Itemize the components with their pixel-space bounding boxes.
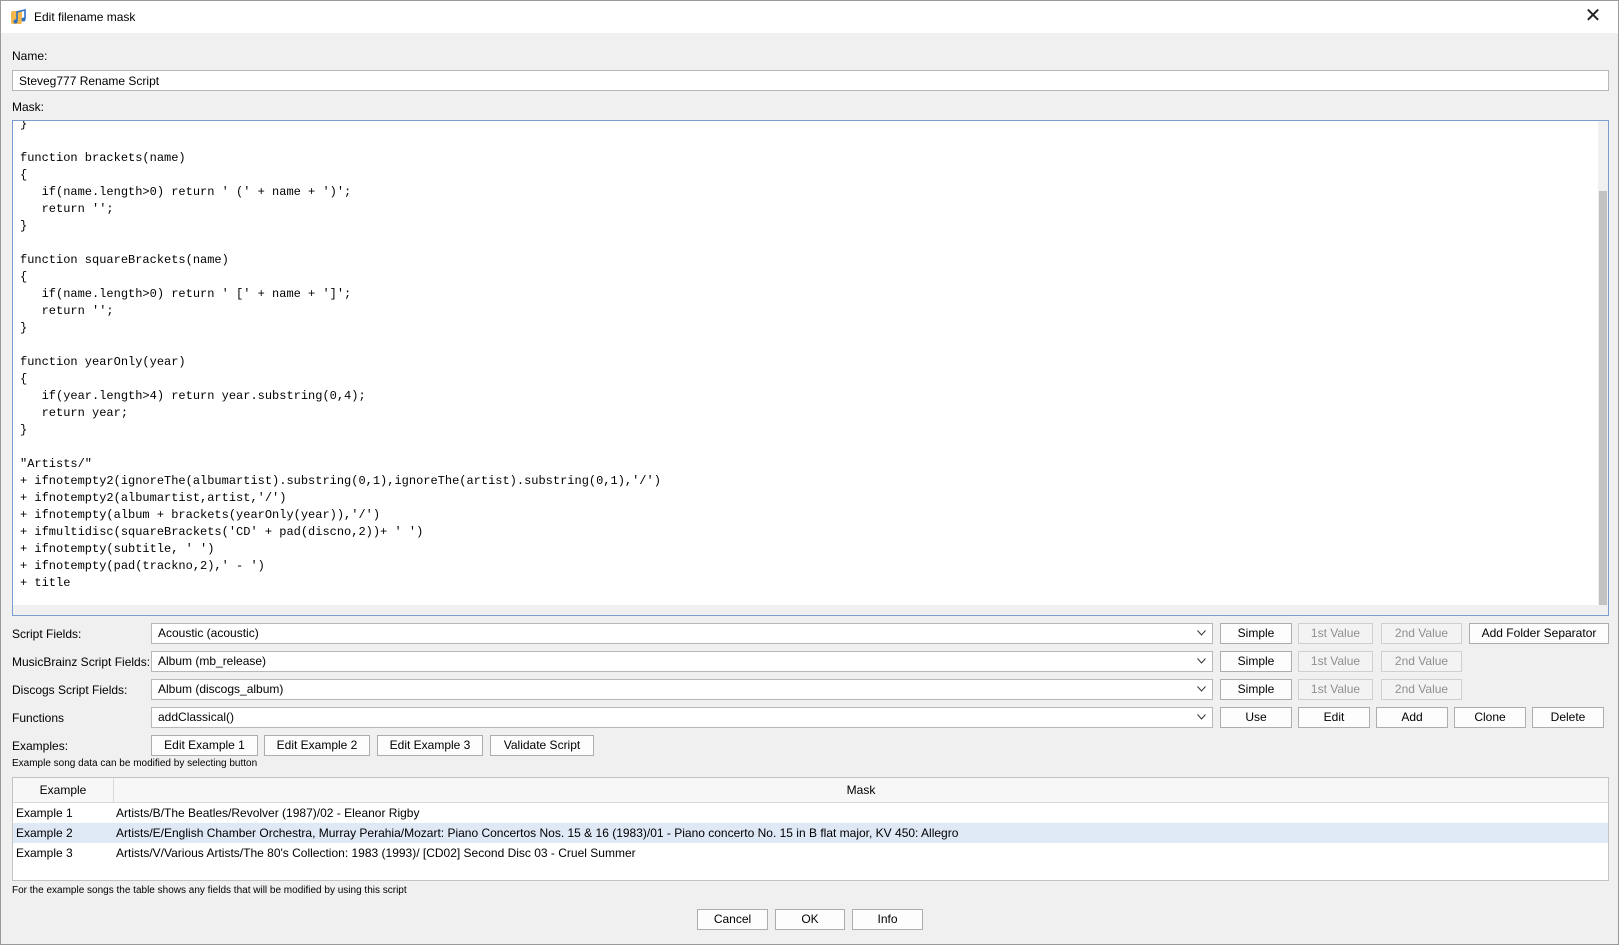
mb-fields-2nd-value-button[interactable]: 2nd Value — [1381, 651, 1462, 672]
script-fields-value: Acoustic (acoustic) — [158, 626, 259, 640]
script-fields-label: Script Fields: — [12, 627, 82, 641]
table-row[interactable]: Example 3 Artists/V/Various Artists/The … — [13, 843, 1608, 863]
edit-function-button[interactable]: Edit — [1298, 707, 1370, 728]
validate-script-button[interactable]: Validate Script — [490, 735, 594, 756]
script-fields-simple-button[interactable]: Simple — [1220, 623, 1292, 644]
examples-hint: Example song data can be modified by sel… — [12, 758, 258, 769]
chevron-down-icon — [1197, 686, 1206, 692]
mask-code[interactable]: } function brackets(name) { if(name.leng… — [20, 121, 661, 592]
mask-cell: Artists/E/English Chamber Orchestra, Mur… — [116, 826, 959, 840]
mask-label: Mask: — [12, 100, 45, 114]
ok-button[interactable]: OK — [775, 909, 845, 930]
functions-value: addClassical() — [158, 710, 235, 724]
table-row[interactable]: Example 2 Artists/E/English Chamber Orch… — [13, 823, 1608, 843]
close-icon[interactable]: ✕ — [1582, 6, 1604, 28]
mask-cell: Artists/B/The Beatles/Revolver (1987)/02… — [116, 806, 420, 820]
example-cell: Example 1 — [16, 806, 73, 820]
discogs-fields-1st-value-button[interactable]: 1st Value — [1298, 679, 1373, 700]
mask-editor[interactable]: } function brackets(name) { if(name.leng… — [12, 120, 1609, 616]
chevron-down-icon — [1197, 630, 1206, 636]
music-note-icon — [11, 8, 26, 24]
discogs-fields-2nd-value-button[interactable]: 2nd Value — [1381, 679, 1462, 700]
add-function-button[interactable]: Add — [1376, 707, 1448, 728]
scrollbar-thumb[interactable] — [1599, 191, 1607, 606]
mb-fields-1st-value-button[interactable]: 1st Value — [1298, 651, 1373, 672]
delete-function-button[interactable]: Delete — [1532, 707, 1604, 728]
chevron-down-icon — [1197, 714, 1206, 720]
edit-example-2-button[interactable]: Edit Example 2 — [264, 735, 370, 756]
chevron-down-icon — [1197, 658, 1206, 664]
examples-table[interactable]: Example Mask Example 1 Artists/B/The Bea… — [12, 777, 1609, 881]
functions-select[interactable]: addClassical() — [151, 707, 1213, 728]
edit-example-3-button[interactable]: Edit Example 3 — [377, 735, 483, 756]
name-label: Name: — [12, 49, 48, 63]
mb-fields-value: Album (mb_release) — [158, 654, 267, 668]
clone-function-button[interactable]: Clone — [1454, 707, 1526, 728]
table-row[interactable]: Example 1 Artists/B/The Beatles/Revolver… — [13, 803, 1608, 823]
discogs-fields-select[interactable]: Album (discogs_album) — [151, 679, 1213, 700]
mb-fields-select[interactable]: Album (mb_release) — [151, 651, 1213, 672]
title-bar: Edit filename mask ✕ — [1, 1, 1618, 33]
edit-example-1-button[interactable]: Edit Example 1 — [151, 735, 258, 756]
window-title: Edit filename mask — [34, 10, 136, 24]
mask-cell: Artists/V/Various Artists/The 80's Colle… — [116, 846, 636, 860]
table-hint: For the example songs the table shows an… — [12, 885, 407, 896]
column-header-mask[interactable]: Mask — [114, 778, 1608, 802]
info-button[interactable]: Info — [852, 909, 923, 930]
column-header-example[interactable]: Example — [13, 778, 114, 802]
vertical-scrollbar[interactable] — [1598, 121, 1608, 615]
add-folder-separator-button[interactable]: Add Folder Separator — [1469, 623, 1609, 644]
example-cell: Example 2 — [16, 826, 73, 840]
name-input[interactable]: Steveg777 Rename Script — [12, 70, 1609, 91]
script-fields-select[interactable]: Acoustic (acoustic) — [151, 623, 1213, 644]
example-cell: Example 3 — [16, 846, 73, 860]
discogs-fields-label: Discogs Script Fields: — [12, 683, 128, 697]
use-function-button[interactable]: Use — [1220, 707, 1292, 728]
table-header: Example Mask — [13, 778, 1608, 803]
functions-label: Functions — [12, 711, 65, 725]
cancel-button[interactable]: Cancel — [697, 909, 768, 930]
discogs-fields-simple-button[interactable]: Simple — [1220, 679, 1292, 700]
script-fields-2nd-value-button[interactable]: 2nd Value — [1381, 623, 1462, 644]
script-fields-1st-value-button[interactable]: 1st Value — [1298, 623, 1373, 644]
mb-fields-simple-button[interactable]: Simple — [1220, 651, 1292, 672]
examples-label: Examples: — [12, 739, 69, 753]
mb-fields-label: MusicBrainz Script Fields: — [12, 655, 151, 669]
horizontal-scrollbar[interactable] — [13, 605, 1608, 615]
discogs-fields-value: Album (discogs_album) — [158, 682, 284, 696]
